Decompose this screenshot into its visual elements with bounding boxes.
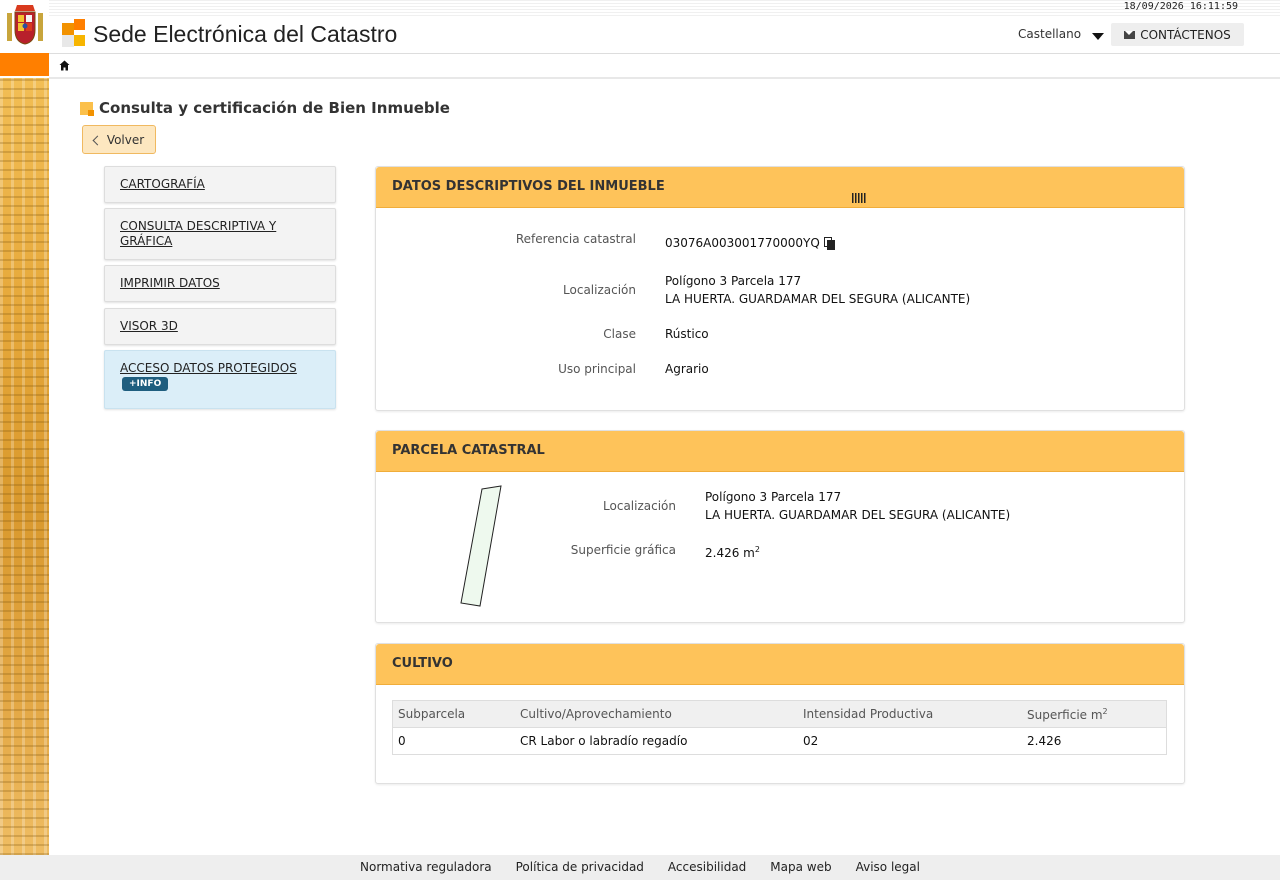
table-header-row: Subparcela Cultivo/Aprovechamiento Inten… bbox=[392, 700, 1167, 728]
site-title[interactable]: Sede Electrónica del Catastro bbox=[93, 21, 397, 48]
menu-item-acceso-datos-protegidos[interactable]: ACCESO DATOS PROTEGIDOS +INFO bbox=[104, 350, 336, 409]
clase-value: Rústico bbox=[665, 327, 709, 341]
col-intensidad: Intensidad Productiva bbox=[798, 700, 1022, 728]
footer-link-accesibilidad[interactable]: Accesibilidad bbox=[668, 855, 746, 880]
info-badge[interactable]: +INFO bbox=[122, 377, 169, 391]
localizacion-line2: LA HUERTA. GUARDAMAR DEL SEGURA (ALICANT… bbox=[665, 292, 971, 306]
parcela-catastral-panel: PARCELA CATASTRAL Localización Polígono … bbox=[375, 430, 1185, 623]
datetime: 18/09/2026 16:11:59 bbox=[1123, 1, 1238, 12]
cell-intensidad: 02 bbox=[803, 734, 819, 748]
col-superficie-sup: 2 bbox=[1102, 706, 1108, 716]
parcel-shape[interactable] bbox=[456, 483, 506, 611]
table-row: 0 CR Labor o labradío regadío 02 2.426 bbox=[393, 728, 1167, 755]
footer-link-mapa-web[interactable]: Mapa web bbox=[770, 855, 831, 880]
localizacion-label: Localización bbox=[563, 283, 636, 297]
orange-accent-bar bbox=[0, 53, 49, 76]
menu-item-label[interactable]: IMPRIMIR DATOS bbox=[120, 276, 220, 291]
datos-descriptivos-panel: DATOS DESCRIPTIVOS DEL INMUEBLE Referenc… bbox=[375, 166, 1185, 411]
contact-label: CONTÁCTENOS bbox=[1140, 27, 1231, 42]
uso-principal-value: Agrario bbox=[665, 362, 709, 376]
cell-superficie: 2.426 bbox=[1027, 734, 1062, 748]
ref-catastral-text: 03076A003001770000YQ bbox=[665, 236, 820, 250]
superficie-unit-sup: 2 bbox=[754, 545, 760, 554]
footer-link-privacidad[interactable]: Política de privacidad bbox=[516, 855, 644, 880]
superficie-grafica-value: 2.426 m2 bbox=[705, 541, 760, 562]
contact-button[interactable]: CONTÁCTENOS bbox=[1111, 23, 1244, 46]
footer-link-aviso-legal[interactable]: Aviso legal bbox=[856, 855, 920, 880]
city-image bbox=[0, 78, 49, 855]
footer-link-normativa[interactable]: Normativa reguladora bbox=[360, 855, 492, 880]
catastro-logo-icon[interactable] bbox=[62, 19, 86, 47]
panel-heading: CULTIVO bbox=[376, 644, 1184, 685]
parcela-localizacion-label: Localización bbox=[603, 499, 676, 513]
coat-of-arms-icon bbox=[7, 5, 43, 45]
menu-item-label[interactable]: VISOR 3D bbox=[120, 319, 178, 334]
menu-item-visor-3d[interactable]: VISOR 3D bbox=[104, 308, 336, 345]
parcela-localizacion-line2: LA HUERTA. GUARDAMAR DEL SEGURA (ALICANT… bbox=[705, 508, 1011, 522]
cell-subparcela: 0 bbox=[398, 734, 406, 748]
col-cultivo: Cultivo/Aprovechamiento bbox=[515, 700, 798, 728]
back-label: Volver bbox=[106, 132, 145, 147]
ref-catastral-value: 03076A003001770000YQ bbox=[665, 234, 835, 252]
back-button[interactable]: Volver bbox=[82, 125, 156, 154]
chevron-left-icon bbox=[92, 135, 103, 145]
localizacion-line1: Polígono 3 Parcela 177 bbox=[665, 274, 802, 288]
cell-cultivo: CR Labor o labradío regadío bbox=[520, 734, 688, 748]
menu-item-consulta-descriptiva[interactable]: CONSULTA DESCRIPTIVA Y GRÁFICA bbox=[104, 208, 336, 260]
col-superficie-text: Superficie m bbox=[1027, 707, 1103, 722]
breadcrumb bbox=[49, 53, 1280, 79]
superficie-text: 2.426 m bbox=[705, 546, 755, 560]
panel-heading: DATOS DESCRIPTIVOS DEL INMUEBLE bbox=[376, 167, 1184, 208]
menu-item-imprimir-datos[interactable]: IMPRIMIR DATOS bbox=[104, 265, 336, 302]
superficie-grafica-label: Superficie gráfica bbox=[570, 543, 676, 557]
page-title: Consulta y certificación de Bien Inmuebl… bbox=[99, 99, 450, 117]
clase-label: Clase bbox=[603, 327, 636, 341]
mail-icon bbox=[1124, 30, 1136, 39]
menu-item-label[interactable]: ACCESO DATOS PROTEGIDOS bbox=[120, 361, 297, 376]
panel-heading: PARCELA CATASTRAL bbox=[376, 431, 1184, 472]
menu-item-label[interactable]: CONSULTA DESCRIPTIVA Y GRÁFICA bbox=[120, 219, 310, 249]
left-decorative-strip bbox=[0, 0, 49, 855]
copy-icon[interactable] bbox=[823, 237, 835, 250]
cultivo-table: Subparcela Cultivo/Aprovechamiento Inten… bbox=[392, 700, 1167, 755]
col-superficie: Superficie m2 bbox=[1022, 700, 1167, 728]
home-icon[interactable] bbox=[59, 60, 70, 71]
menu-item-cartografia[interactable]: CARTOGRAFÍA bbox=[104, 166, 336, 203]
caret-down-icon[interactable] bbox=[1092, 33, 1104, 40]
site-header: Sede Electrónica del Catastro Castellano… bbox=[49, 17, 1280, 54]
site-footer: Normativa reguladora Política de privaci… bbox=[0, 855, 1280, 880]
cultivo-panel: CULTIVO Subparcela Cultivo/Aprovechamien… bbox=[375, 643, 1185, 784]
ref-catastral-label: Referencia catastral bbox=[515, 232, 636, 246]
language-selector[interactable]: Castellano bbox=[1018, 27, 1081, 41]
title-square-icon bbox=[80, 101, 94, 116]
parcela-localizacion-line1: Polígono 3 Parcela 177 bbox=[705, 490, 842, 504]
menu-item-label[interactable]: CARTOGRAFÍA bbox=[120, 177, 205, 192]
page-title-row: Consulta y certificación de Bien Inmuebl… bbox=[80, 99, 450, 117]
top-bar: 18/09/2026 16:11:59 bbox=[49, 0, 1280, 17]
col-subparcela: Subparcela bbox=[392, 700, 515, 728]
uso-principal-label: Uso principal bbox=[558, 362, 636, 376]
barcode-icon[interactable] bbox=[852, 193, 866, 203]
